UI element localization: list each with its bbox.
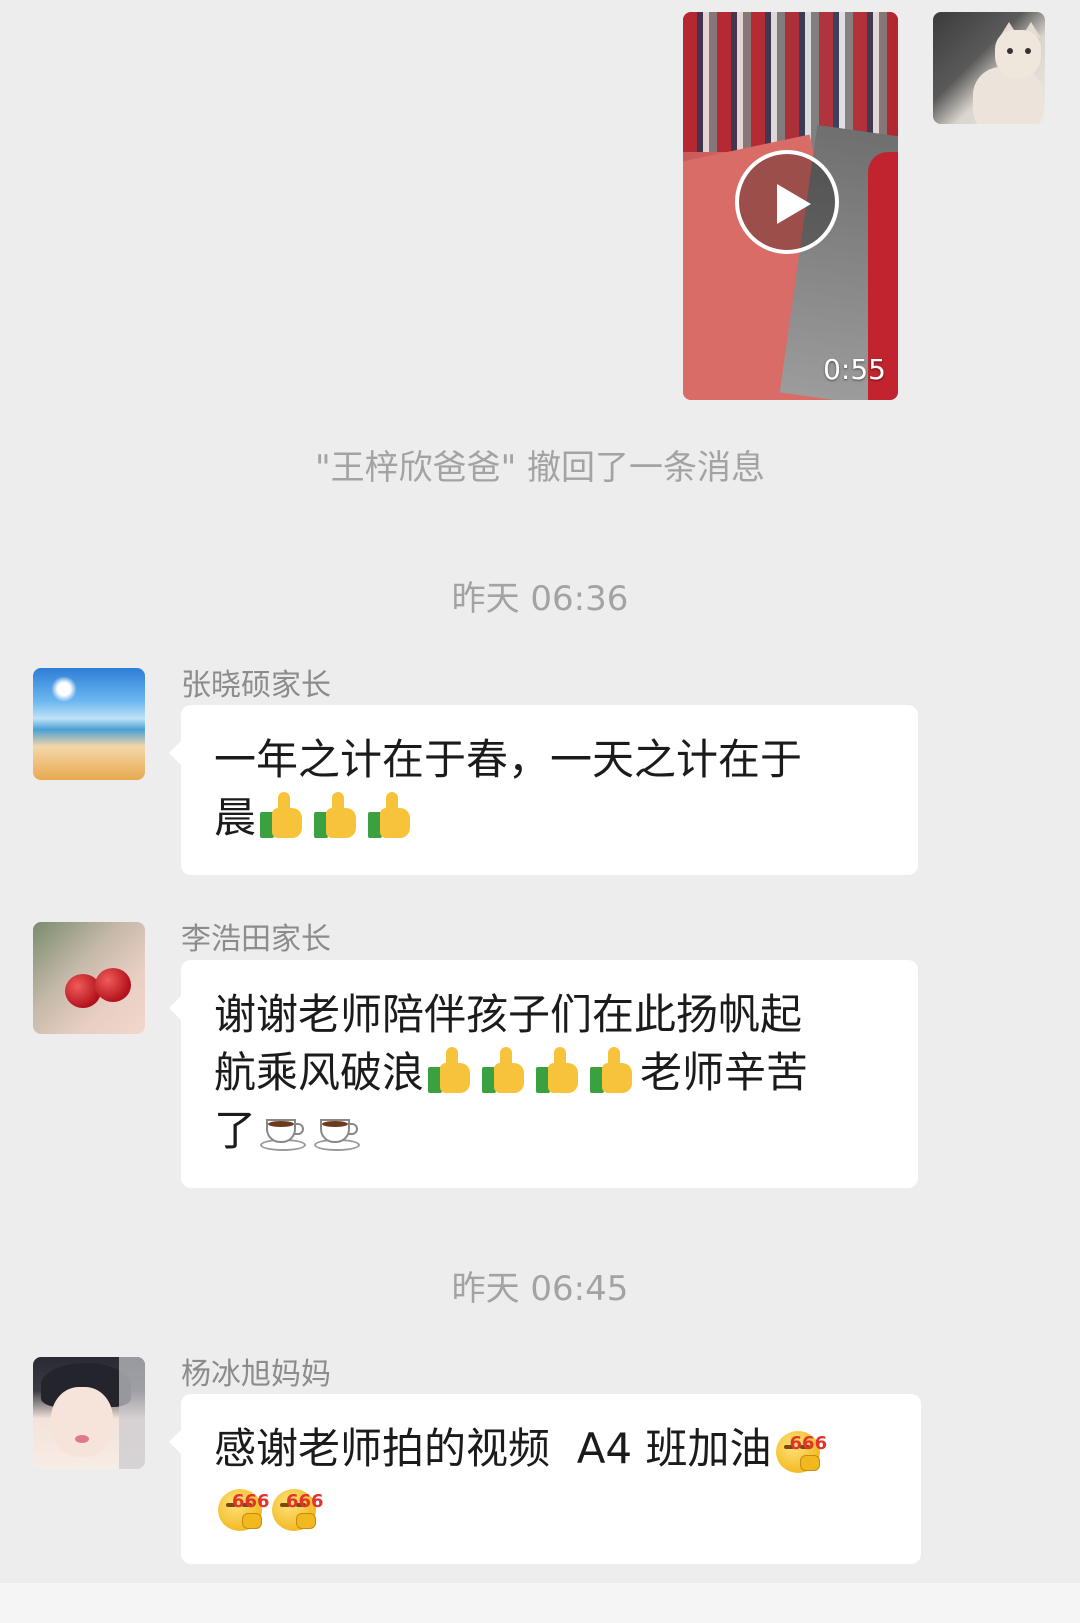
avatar[interactable] bbox=[33, 668, 145, 780]
sender-name: 杨冰旭妈妈 bbox=[181, 1357, 331, 1392]
message-line: 航乘风破浪 老师辛苦 bbox=[214, 1044, 888, 1102]
thumbs-up-icon bbox=[424, 1045, 478, 1097]
message-bubble[interactable]: 谢谢老师陪伴孩子们在此扬帆起 航乘风破浪 老师辛苦 了 bbox=[169, 960, 918, 1188]
cat-head bbox=[995, 30, 1041, 78]
thumbs-up-icon bbox=[532, 1045, 586, 1097]
cat-eye-left bbox=[1007, 48, 1013, 54]
sun-graphic bbox=[51, 676, 77, 702]
thumbs-up-icon bbox=[256, 790, 310, 842]
message-text: 谢谢老师陪伴孩子们在此扬帆起 bbox=[214, 990, 803, 1039]
avatar[interactable] bbox=[33, 1357, 145, 1469]
cherry-graphic bbox=[95, 968, 131, 1002]
coffee-icon bbox=[310, 1103, 364, 1155]
666-emoji-icon: 666 bbox=[772, 1421, 827, 1473]
message-line: 了 bbox=[214, 1102, 888, 1160]
timestamp: 昨天 06:36 bbox=[451, 579, 629, 619]
cat-eye-right bbox=[1025, 48, 1031, 54]
message-text: 了 bbox=[214, 1106, 257, 1155]
recall-notice: "王梓欣爸爸" 撤回了一条消息 bbox=[314, 448, 766, 488]
my-avatar[interactable] bbox=[933, 12, 1045, 124]
thumbs-up-icon bbox=[310, 790, 364, 842]
coffee-icon bbox=[256, 1103, 310, 1155]
message-text: 感谢老师拍的视频 A4 班加油 bbox=[214, 1424, 772, 1473]
thumbs-up-icon bbox=[364, 790, 418, 842]
video-duration: 0:55 bbox=[823, 353, 886, 386]
message-bubble[interactable]: 一年之计在于春，一天之计在于 晨 bbox=[169, 705, 918, 875]
sender-name: 张晓硕家长 bbox=[181, 668, 331, 703]
timestamp: 昨天 06:45 bbox=[451, 1269, 629, 1309]
face-graphic bbox=[51, 1387, 113, 1457]
message-bubble[interactable]: 感谢老师拍的视频 A4 班加油 666 666 666 bbox=[169, 1394, 921, 1564]
sender-name: 李浩田家长 bbox=[181, 922, 331, 957]
message-text: 航乘风破浪 bbox=[214, 1048, 425, 1097]
message-line: 谢谢老师陪伴孩子们在此扬帆起 bbox=[214, 986, 888, 1044]
thumbs-up-icon bbox=[586, 1045, 640, 1097]
666-emoji-icon: 666 bbox=[214, 1479, 270, 1531]
mouth-graphic bbox=[75, 1435, 89, 1443]
play-icon[interactable] bbox=[735, 150, 839, 254]
video-message-thumbnail[interactable]: 0:55 bbox=[683, 12, 898, 400]
message-text: 老师辛苦 bbox=[640, 1048, 809, 1097]
side-graphic bbox=[119, 1357, 145, 1469]
avatar[interactable] bbox=[33, 922, 145, 1034]
thumbs-up-icon bbox=[478, 1045, 532, 1097]
bottom-edge bbox=[0, 1583, 1080, 1623]
666-emoji-icon: 666 bbox=[268, 1479, 324, 1531]
